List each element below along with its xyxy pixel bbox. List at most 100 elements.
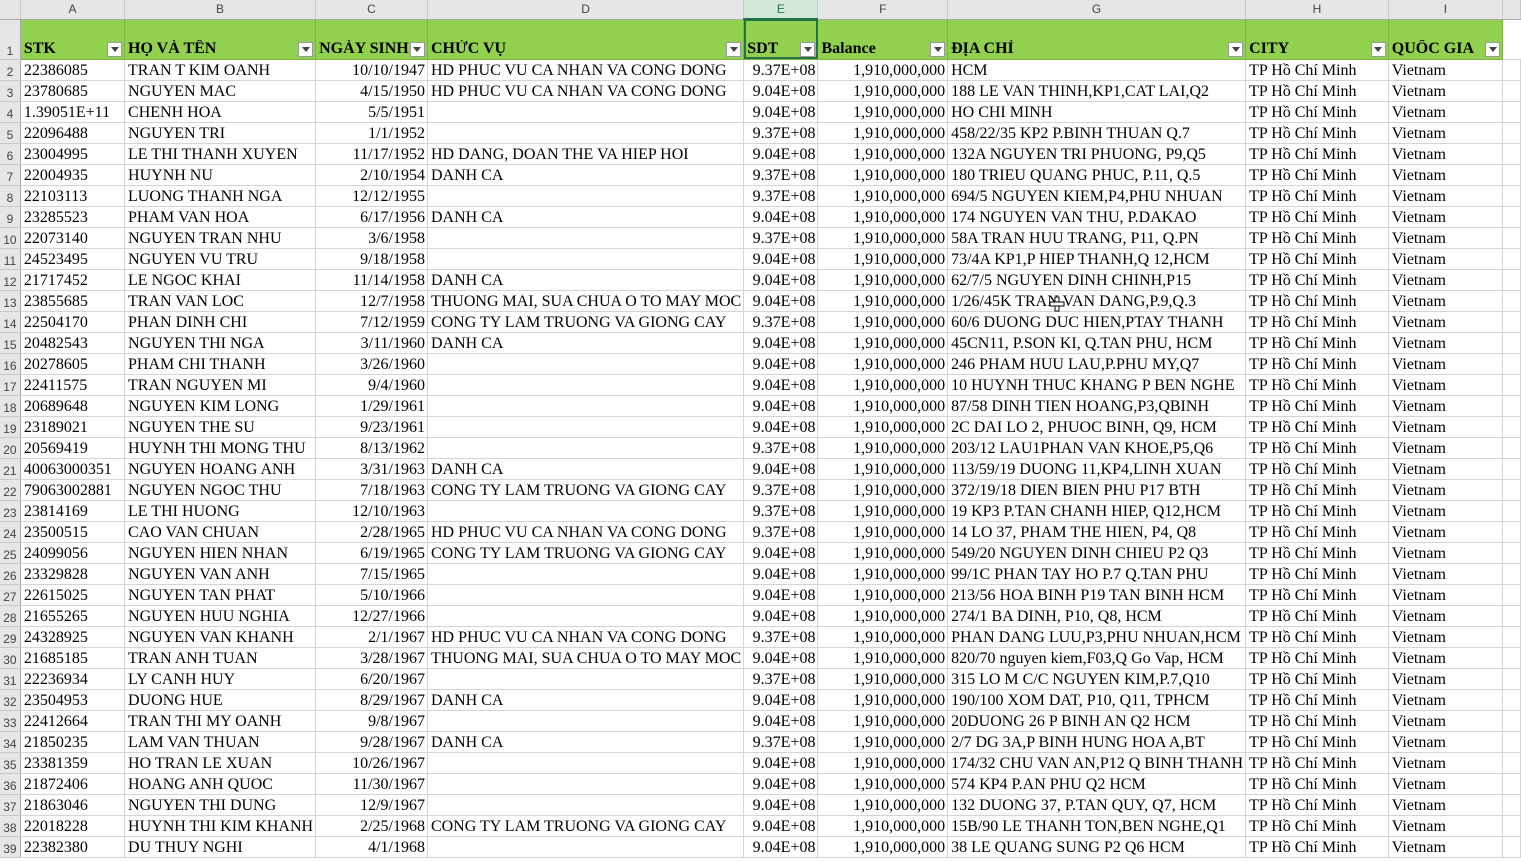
cell-sdt[interactable]: 9.37E+08	[743, 122, 819, 144]
cell-ngay-sinh[interactable]: 4/1/1968	[315, 836, 428, 858]
row-header[interactable]: 23	[0, 500, 21, 522]
empty-cell[interactable]	[1502, 353, 1521, 375]
cell-dia-chi[interactable]: 213/56 HOA BINH P19 TAN BINH HCM	[947, 584, 1247, 606]
cell-city[interactable]: TP Hồ Chí Minh	[1245, 227, 1389, 249]
cell-ho-va-ten[interactable]: HUYNH NU	[124, 164, 317, 186]
cell-sdt[interactable]: 9.04E+08	[743, 836, 819, 858]
cell-sdt[interactable]: 9.37E+08	[743, 227, 819, 249]
cell-chuc-vu[interactable]: DANH CA	[427, 164, 745, 186]
cell-balance[interactable]: 1,910,000,000	[817, 269, 949, 291]
cell-ngay-sinh[interactable]: 1/29/1961	[315, 395, 428, 417]
row-header[interactable]: 19	[0, 416, 21, 438]
cell-city[interactable]: TP Hồ Chí Minh	[1245, 290, 1389, 312]
cell-chuc-vu[interactable]: DANH CA	[427, 689, 745, 711]
cell-sdt[interactable]: 9.04E+08	[743, 647, 819, 669]
empty-cell[interactable]	[1502, 542, 1521, 564]
cell-chuc-vu[interactable]: HD PHUC VU CA NHAN VA CONG DONG	[427, 521, 745, 543]
cell-quoc-gia[interactable]: Vietnam	[1388, 80, 1504, 102]
cell-dia-chi[interactable]: PHAN DANG LUU,P3,PHU NHUAN,HCM	[947, 626, 1247, 648]
cell-dia-chi[interactable]: HO CHI MINH	[947, 101, 1247, 123]
empty-cell[interactable]	[1502, 206, 1521, 228]
cell-dia-chi[interactable]: 38 LE QUANG SUNG P2 Q6 HCM	[947, 836, 1247, 858]
cell-stk[interactable]: 23504953	[20, 689, 126, 711]
cell-ngay-sinh[interactable]: 7/18/1963	[315, 479, 428, 501]
row-header[interactable]: 37	[0, 794, 21, 816]
cell-quoc-gia[interactable]: Vietnam	[1388, 101, 1504, 123]
cell-ho-va-ten[interactable]: DU THUY NGHI	[124, 836, 317, 858]
cell-dia-chi[interactable]: 458/22/35 KP2 P.BINH THUAN Q.7	[947, 122, 1247, 144]
cell-stk[interactable]: 23329828	[20, 563, 126, 585]
cell-sdt[interactable]: 9.04E+08	[743, 143, 819, 165]
empty-cell[interactable]	[1502, 500, 1521, 522]
empty-cell[interactable]	[1502, 437, 1521, 459]
cell-stk[interactable]: 20278605	[20, 353, 126, 375]
cell-city[interactable]: TP Hồ Chí Minh	[1245, 710, 1389, 732]
cell-city[interactable]: TP Hồ Chí Minh	[1245, 542, 1389, 564]
cell-city[interactable]: TP Hồ Chí Minh	[1245, 395, 1389, 417]
cell-stk[interactable]: 79063002881	[20, 479, 126, 501]
cell-city[interactable]: TP Hồ Chí Minh	[1245, 164, 1389, 186]
cell-chuc-vu[interactable]: HD DANG, DOAN THE VA HIEP HOI	[427, 143, 745, 165]
cell-sdt[interactable]: 9.04E+08	[743, 710, 819, 732]
cell-city[interactable]: TP Hồ Chí Minh	[1245, 521, 1389, 543]
cell-sdt[interactable]: 9.04E+08	[743, 563, 819, 585]
cell-stk[interactable]: 20482543	[20, 332, 126, 354]
header-cell-stk[interactable]: STK	[20, 19, 126, 60]
filter-dropdown-icon[interactable]	[1370, 41, 1386, 57]
cell-sdt[interactable]: 9.37E+08	[743, 185, 819, 207]
cell-chuc-vu[interactable]: CONG TY LAM TRUONG VA GIONG CAY	[427, 479, 745, 501]
row-header-1[interactable]: 1	[0, 19, 21, 60]
cell-dia-chi[interactable]: 87/58 DINH TIEN HOANG,P3,QBINH	[947, 395, 1247, 417]
cell-balance[interactable]: 1,910,000,000	[817, 185, 949, 207]
cell-balance[interactable]: 1,910,000,000	[817, 101, 949, 123]
cell-dia-chi[interactable]: 694/5 NGUYEN KIEM,P4,PHU NHUAN	[947, 185, 1247, 207]
header-cell-balance[interactable]: Balance	[817, 19, 949, 60]
cell-stk[interactable]: 21655265	[20, 605, 126, 627]
empty-cell[interactable]	[1502, 269, 1521, 291]
cell-sdt[interactable]: 9.04E+08	[743, 374, 819, 396]
cell-ho-va-ten[interactable]: LE THI THANH XUYEN	[124, 143, 317, 165]
cell-balance[interactable]: 1,910,000,000	[817, 542, 949, 564]
cell-ho-va-ten[interactable]: NGUYEN KIM LONG	[124, 395, 317, 417]
cell-ho-va-ten[interactable]: TRAN VAN LOC	[124, 290, 317, 312]
cell-city[interactable]: TP Hồ Chí Minh	[1245, 773, 1389, 795]
cell-ho-va-ten[interactable]: TRAN T KIM OANH	[124, 59, 317, 81]
filter-dropdown-icon[interactable]	[1485, 41, 1501, 57]
cell-ho-va-ten[interactable]: PHAN DINH CHI	[124, 311, 317, 333]
row-header[interactable]: 9	[0, 206, 21, 228]
cell-balance[interactable]: 1,910,000,000	[817, 164, 949, 186]
cell-sdt[interactable]: 9.04E+08	[743, 542, 819, 564]
cell-quoc-gia[interactable]: Vietnam	[1388, 815, 1504, 837]
row-header[interactable]: 7	[0, 164, 21, 186]
cell-ho-va-ten[interactable]: LAM VAN THUAN	[124, 731, 317, 753]
cell-ngay-sinh[interactable]: 12/7/1958	[315, 290, 428, 312]
filter-dropdown-icon[interactable]	[930, 41, 946, 57]
row-header[interactable]: 38	[0, 815, 21, 837]
cell-chuc-vu[interactable]	[427, 248, 745, 270]
filter-dropdown-icon[interactable]	[1228, 41, 1244, 57]
cell-stk[interactable]: 1.39051E+11	[20, 101, 126, 123]
cell-stk[interactable]: 24523495	[20, 248, 126, 270]
cell-city[interactable]: TP Hồ Chí Minh	[1245, 647, 1389, 669]
cell-city[interactable]: TP Hồ Chí Minh	[1245, 563, 1389, 585]
cell-ho-va-ten[interactable]: LUONG THANH NGA	[124, 185, 317, 207]
cell-city[interactable]: TP Hồ Chí Minh	[1245, 80, 1389, 102]
cell-stk[interactable]: 22004935	[20, 164, 126, 186]
cell-chuc-vu[interactable]	[427, 668, 745, 690]
filter-dropdown-icon[interactable]	[409, 41, 425, 57]
cell-dia-chi[interactable]: 73/4A KP1,P HIEP THANH,Q 12,HCM	[947, 248, 1247, 270]
cell-dia-chi[interactable]: 45CN11, P.SON KI, Q.TAN PHU, HCM	[947, 332, 1247, 354]
cell-ngay-sinh[interactable]: 12/12/1955	[315, 185, 428, 207]
cell-balance[interactable]: 1,910,000,000	[817, 143, 949, 165]
cell-chuc-vu[interactable]: DANH CA	[427, 332, 745, 354]
cell-ho-va-ten[interactable]: NGUYEN TRAN NHU	[124, 227, 317, 249]
cell-chuc-vu[interactable]: CONG TY LAM TRUONG VA GIONG CAY	[427, 815, 745, 837]
cell-chuc-vu[interactable]: DANH CA	[427, 269, 745, 291]
cell-quoc-gia[interactable]: Vietnam	[1388, 59, 1504, 81]
cell-ngay-sinh[interactable]: 3/6/1958	[315, 227, 428, 249]
empty-cell[interactable]	[1502, 731, 1521, 753]
cell-ngay-sinh[interactable]: 1/1/1952	[315, 122, 428, 144]
cell-stk[interactable]: 21872406	[20, 773, 126, 795]
cell-stk[interactable]: 23500515	[20, 521, 126, 543]
row-header[interactable]: 11	[0, 248, 21, 270]
